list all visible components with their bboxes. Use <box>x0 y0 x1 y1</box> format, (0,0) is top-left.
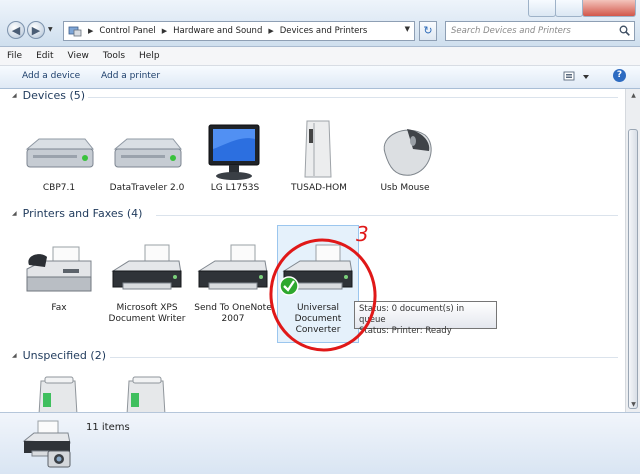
group-divider <box>156 215 618 216</box>
device-item[interactable]: LG L1753S <box>194 119 276 194</box>
unspecified-item[interactable] <box>18 375 100 412</box>
group-title: Unspecified (2) <box>22 349 106 362</box>
device-list-pane: ◢ Devices (5) CBP7.1 DataTraveler 2.0 LG … <box>0 89 625 412</box>
menu-help[interactable]: Help <box>132 51 167 61</box>
group-title: Printers and Faxes (4) <box>22 207 143 220</box>
unspecified-device-icon <box>126 376 166 412</box>
forward-button[interactable]: ▶ <box>27 21 45 39</box>
device-item[interactable]: TUSAD-HOM <box>278 119 360 194</box>
device-item[interactable]: CBP7.1 <box>18 119 100 194</box>
unspecified-device-icon <box>38 376 78 412</box>
collapse-icon[interactable]: ◢ <box>12 92 17 99</box>
device-item[interactable]: Usb Mouse <box>364 119 446 194</box>
monitor-icon <box>208 124 260 180</box>
device-label: CBP7.1 <box>42 183 76 193</box>
title-bar: ◀ ▶ ▼ ▶ Control Panel ▶ Hardware and Sou… <box>0 0 640 47</box>
drive-icon <box>25 138 95 168</box>
address-dropdown-icon[interactable]: ▼ <box>405 25 410 33</box>
printer-item[interactable]: Send To OneNote 2007 <box>192 239 274 325</box>
printer-item-selected[interactable]: Universal Document Converter <box>277 225 359 343</box>
computer-tower-icon <box>304 120 332 178</box>
group-divider <box>110 357 618 358</box>
details-pane: 11 items <box>0 412 640 474</box>
printer-label: Microsoft XPS Document Writer <box>108 303 186 324</box>
menu-bar: File Edit View Tools Help <box>0 47 640 66</box>
help-icon[interactable]: ? <box>613 69 626 82</box>
vertical-scrollbar[interactable]: ▲ ▼ <box>625 89 640 412</box>
group-divider <box>88 97 618 98</box>
address-bar[interactable]: ▶ Control Panel ▶ Hardware and Sound ▶ D… <box>63 21 415 41</box>
printer-label: Send To OneNote 2007 <box>194 303 272 324</box>
devices-and-printers-icon <box>22 420 71 468</box>
group-header-unspecified[interactable]: ◢ Unspecified (2) <box>12 349 106 362</box>
device-label: DataTraveler 2.0 <box>109 183 185 193</box>
breadcrumb-devices-and-printers[interactable]: Devices and Printers <box>280 26 368 36</box>
scroll-up-icon[interactable]: ▲ <box>626 89 640 103</box>
menu-edit[interactable]: Edit <box>29 51 60 61</box>
group-title: Devices (5) <box>22 89 86 102</box>
menu-view[interactable]: View <box>61 51 96 61</box>
collapse-icon[interactable]: ◢ <box>12 352 17 359</box>
printer-status-tooltip: Status: 0 document(s) in queue Status: P… <box>354 301 497 336</box>
device-item[interactable]: DataTraveler 2.0 <box>106 119 188 194</box>
menu-tools[interactable]: Tools <box>96 51 132 61</box>
breadcrumb-separator: ▶ <box>268 27 274 35</box>
tooltip-printer-status: Status: Printer: Ready <box>359 326 452 336</box>
add-printer-button[interactable]: Add a printer <box>101 71 160 81</box>
printer-item[interactable]: Microsoft XPS Document Writer <box>106 239 188 325</box>
tooltip-queue-status: Status: 0 document(s) in queue <box>359 304 465 325</box>
refresh-button[interactable]: ↻ <box>419 21 437 41</box>
breadcrumb-control-panel[interactable]: Control Panel <box>99 26 155 36</box>
search-input[interactable]: Search Devices and Printers <box>445 21 635 41</box>
mouse-icon <box>383 129 432 176</box>
maximize-button[interactable] <box>555 0 583 17</box>
minimize-button[interactable] <box>528 0 556 17</box>
drive-icon <box>113 138 183 168</box>
group-header-devices[interactable]: ◢ Devices (5) <box>12 89 85 102</box>
fax-icon <box>26 246 92 292</box>
item-count: 11 items <box>86 422 130 433</box>
search-icon[interactable] <box>619 25 630 36</box>
printer-icon <box>197 244 268 290</box>
breadcrumb-hardware-and-sound[interactable]: Hardware and Sound <box>173 26 262 36</box>
printer-item[interactable]: Fax <box>18 239 100 314</box>
close-button[interactable] <box>582 0 636 17</box>
scrollbar-thumb[interactable] <box>628 129 638 409</box>
group-header-printers[interactable]: ◢ Printers and Faxes (4) <box>12 207 142 220</box>
menu-file[interactable]: File <box>0 51 29 61</box>
printer-label: Fax <box>51 303 67 313</box>
recent-pages-icon[interactable]: ▼ <box>48 26 53 33</box>
command-bar: Add a device Add a printer ? <box>0 66 640 89</box>
scroll-down-icon[interactable]: ▼ <box>626 398 640 412</box>
search-placeholder: Search Devices and Printers <box>451 26 571 36</box>
collapse-icon[interactable]: ◢ <box>12 210 17 217</box>
device-label: Usb Mouse <box>380 183 430 193</box>
back-button[interactable]: ◀ <box>7 21 25 39</box>
printer-label: Universal Document Converter <box>294 303 342 335</box>
printer-default-icon <box>279 244 353 296</box>
device-label: TUSAD-HOM <box>291 183 347 193</box>
device-label: LG L1753S <box>210 183 260 193</box>
change-view-icon[interactable] <box>562 70 592 83</box>
printer-icon <box>111 244 182 290</box>
control-panel-icon <box>68 26 82 37</box>
add-device-button[interactable]: Add a device <box>22 71 80 81</box>
breadcrumb-separator: ▶ <box>161 27 168 35</box>
unspecified-item[interactable] <box>106 375 188 412</box>
breadcrumb-separator: ▶ <box>88 27 94 35</box>
